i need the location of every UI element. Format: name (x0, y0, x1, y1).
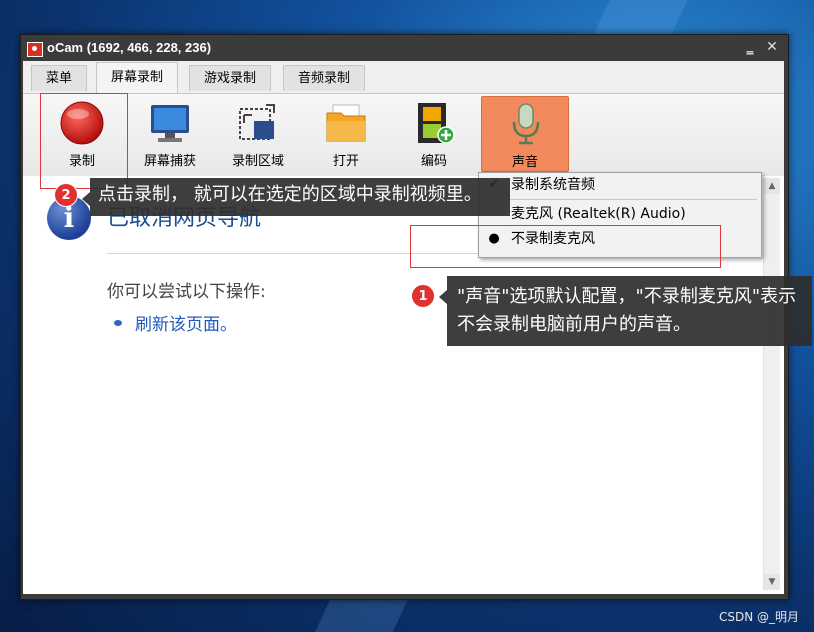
sound-button[interactable]: 声音 (481, 96, 569, 172)
ocam-app-icon (27, 42, 43, 57)
screen-capture-label: 屏幕捕获 (143, 154, 196, 169)
scroll-down-icon[interactable]: ▼ (764, 574, 780, 590)
microphone-icon (512, 103, 540, 145)
film-codec-icon (418, 103, 455, 144)
window-title: oCam (1692, 466, 228, 236) (47, 40, 212, 55)
refresh-page-link[interactable]: 刷新该页面。 (135, 310, 237, 335)
menu-item-label: 麦克风 (Realtek(R) Audio) (511, 206, 686, 222)
menu-item-label: 录制系统音频 (511, 177, 595, 193)
record-area-label: 录制区域 (231, 154, 284, 169)
callout-text: "声音"选项默认配置，"不录制麦克风"表示不会录制电脑前用户的声音。 (457, 286, 797, 335)
vertical-scrollbar[interactable]: ▲ ▼ (763, 178, 780, 590)
sound-label: 声音 (511, 155, 538, 170)
bullet-icon (114, 320, 122, 326)
suggestion-text: 你可以尝试以下操作: (107, 282, 266, 302)
callout-sound: "声音"选项默认配置，"不录制麦克风"表示不会录制电脑前用户的声音。 (439, 276, 812, 346)
record-area-button[interactable]: 录制区域 (217, 96, 299, 172)
tab-menu[interactable]: 菜单 (31, 65, 88, 91)
tab-screen-record[interactable]: 屏幕录制 (96, 62, 179, 93)
callout-badge: 1 (411, 284, 435, 308)
tab-strip: 菜单 屏幕录制 游戏录制 音频录制 (23, 61, 784, 93)
monitor-icon (151, 105, 189, 142)
folder-icon (326, 104, 366, 142)
highlight-record (40, 93, 128, 189)
open-label: 打开 (332, 154, 359, 169)
callout-text: 点击录制， 就可以在选定的区域中录制视频里。 (98, 184, 482, 205)
minimize-button[interactable]: ‗ (742, 39, 758, 55)
open-button[interactable]: 打开 (305, 96, 387, 172)
resize-area-icon (239, 104, 275, 140)
callout-badge: 2 (54, 183, 78, 207)
callout-record: 点击录制， 就可以在选定的区域中录制视频里。 (82, 178, 510, 216)
screen-capture-button[interactable]: 屏幕捕获 (129, 96, 211, 172)
menu-item-microphone[interactable]: 麦克风 (Realtek(R) Audio) (479, 202, 761, 226)
menu-separator (507, 199, 757, 200)
tab-audio-record[interactable]: 音频录制 (283, 65, 366, 91)
highlight-no-mic (410, 225, 721, 268)
toolbar: 录制 屏幕捕获 录制区域 打开 编码 声音 (23, 93, 784, 177)
menu-item-system-audio[interactable]: ✔ 录制系统音频 (479, 173, 761, 197)
tab-game-record[interactable]: 游戏录制 (189, 65, 272, 91)
encode-button[interactable]: 编码 (393, 96, 475, 172)
watermark: CSDN @_明月 (719, 610, 800, 624)
close-button[interactable]: ✕ (764, 39, 780, 55)
encode-label: 编码 (420, 154, 447, 169)
title-bar[interactable]: oCam (1692, 466, 228, 236) ‗ ✕ (21, 35, 788, 61)
scroll-up-icon[interactable]: ▲ (764, 178, 780, 194)
